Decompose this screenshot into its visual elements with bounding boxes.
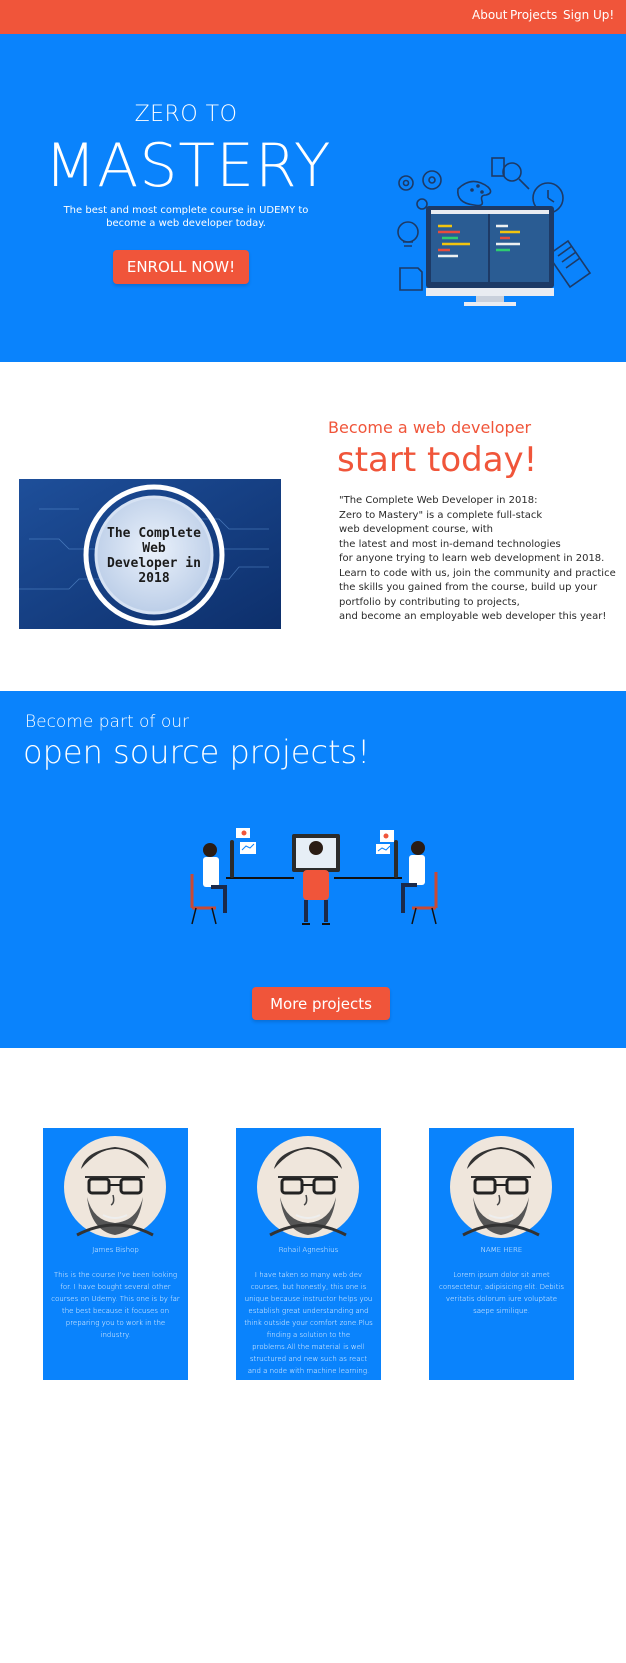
top-navbar: About Projects Sign Up! [0,0,626,34]
about-description: "The Complete Web Developer in 2018: Zer… [339,494,619,625]
testimonial-name: NAME HERE [480,1246,523,1254]
thumb-title-line-2: Web [142,541,166,556]
testimonial-text: This is the course I've been looking for… [51,1271,180,1339]
testimonial-text: I have taken so many web dev courses, bu… [244,1271,373,1375]
about-line: and become an employable web developer t… [339,611,607,622]
more-projects-button[interactable]: More projects [252,987,390,1020]
testimonial-card: James Bishop This is the course I've bee… [43,1128,188,1380]
about-line: "The Complete Web Developer in 2018: [339,495,538,506]
nav-link-about[interactable]: About [472,8,507,22]
enroll-now-button[interactable]: ENROLL NOW! [113,250,249,284]
team-collaboration-illustration [190,828,438,925]
testimonial-card: NAME HERE Lorem ipsum dolor sit amet con… [429,1128,574,1380]
thumb-title-line-1: The Complete [107,526,201,541]
about-line: Learn to code with us, join the communit… [339,567,616,579]
developer-workspace-illustration [397,157,592,306]
hero-kicker: ZERO TO [134,102,238,127]
about-kicker: Become a web developer [328,418,532,437]
avatar [257,1136,359,1238]
about-line: the skills you gained from the course, b… [339,582,598,593]
avatar [450,1136,552,1238]
testimonial-card: Rohail Agneshius I have taken so many we… [236,1128,381,1380]
thumb-title-line-3: Developer in [107,556,201,571]
about-line: web development course, with [339,524,494,535]
nav-link-projects[interactable]: Projects [510,8,557,22]
testimonial-name: Rohail Agneshius [278,1246,339,1254]
avatar [64,1136,166,1238]
about-line: for anyone trying to learn web developme… [339,553,605,564]
testimonial-name: James Bishop [92,1246,139,1254]
projects-kicker: Become part of our [25,712,189,732]
course-thumbnail: The Complete Web Developer in 2018 [19,479,281,629]
about-title: start today! [337,440,538,480]
about-line: the latest and most in-demand technologi… [339,538,561,550]
hero-section: ZERO TO MASTERY The best and most comple… [0,34,626,362]
nav-link-signup[interactable]: Sign Up! [563,8,614,22]
hero-subtitle: The best and most complete course in UDE… [63,205,309,229]
about-line: portfolio by contributing to projects, [339,596,520,608]
projects-title: open source projects! [23,733,371,771]
hero-title: MASTERY [44,131,332,201]
testimonial-text: Lorem ipsum dolor sit amet consectetur, … [438,1271,565,1315]
about-line: Zero to Mastery" is a complete full-stac… [339,509,543,521]
thumb-title-line-4: 2018 [138,571,169,586]
projects-section: Become part of our open source projects! [0,691,626,1048]
